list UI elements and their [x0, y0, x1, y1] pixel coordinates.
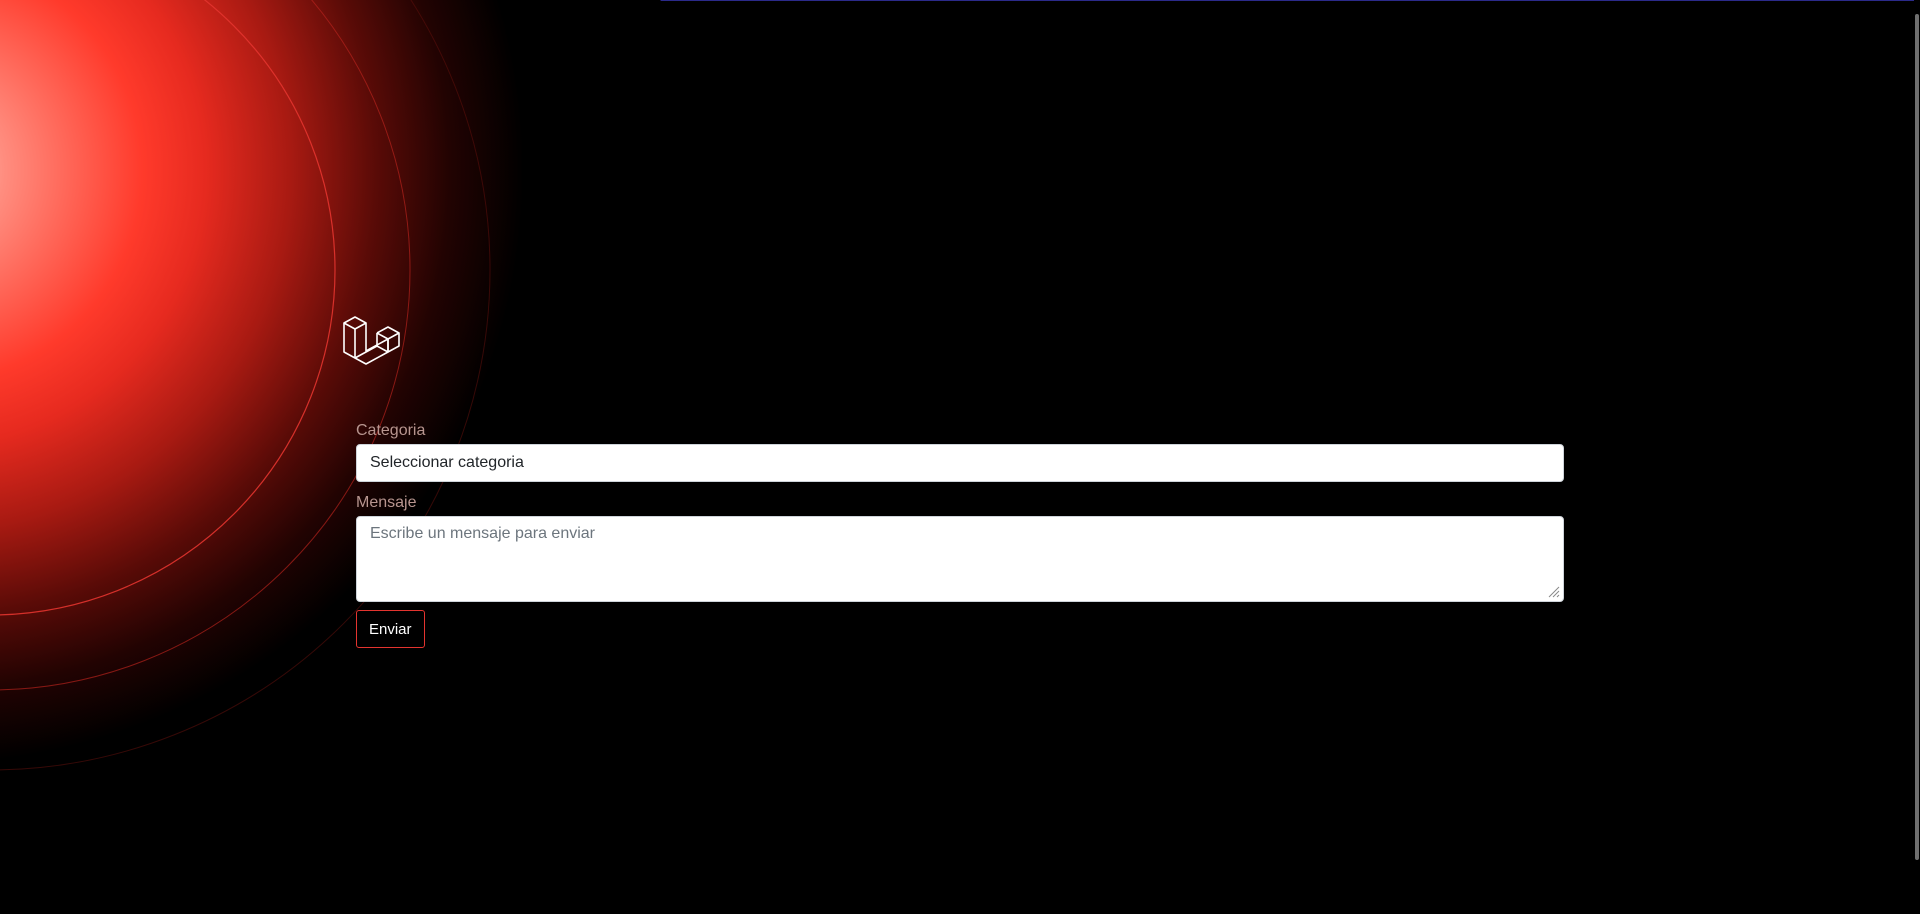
send-button[interactable]: Enviar: [356, 610, 425, 648]
laravel-logo-icon: [343, 316, 400, 365]
scrollbar[interactable]: [1914, 0, 1920, 914]
message-form: Categoria Seleccionar categoria Mensaje …: [356, 420, 1564, 648]
scrollbar-thumb[interactable]: [1915, 14, 1919, 860]
message-label: Mensaje: [356, 494, 417, 511]
category-selected-value: Seleccionar categoria: [370, 454, 524, 471]
resize-handle-icon[interactable]: [1548, 586, 1560, 598]
message-textarea[interactable]: [356, 516, 1564, 602]
category-label: Categoria: [356, 422, 426, 439]
category-select[interactable]: Seleccionar categoria: [356, 444, 1564, 482]
page: Categoria Seleccionar categoria Mensaje …: [0, 0, 1920, 914]
message-field-wrapper: [356, 516, 1564, 602]
